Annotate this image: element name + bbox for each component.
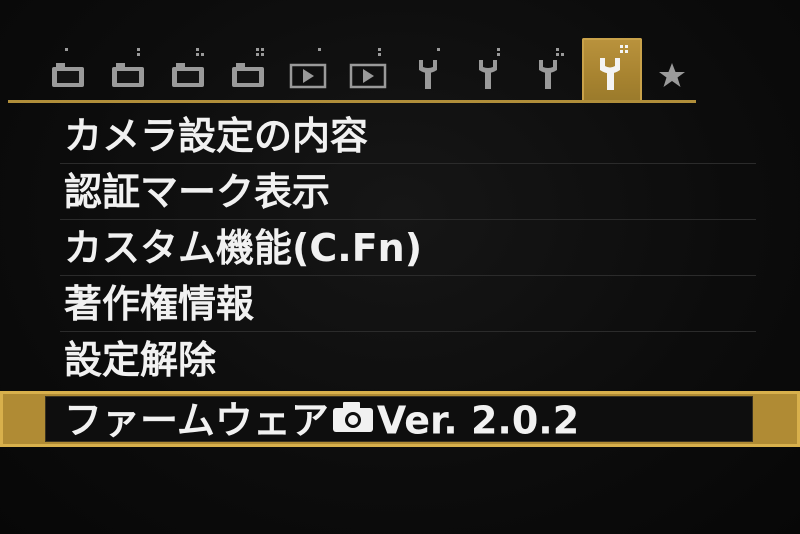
selected-item-panel: ファームウェア Ver. 2.0.2 (45, 396, 753, 443)
tab-playback-2[interactable] (340, 40, 396, 102)
tab-underline (8, 100, 696, 103)
tab-setup-2[interactable] (460, 40, 516, 102)
camera-menu-screen: カメラ設定の内容 認証マーク表示 カスタム機能(C.Fn) 著作権情報 設定解除… (0, 0, 800, 534)
shooting-camera-icon (112, 48, 144, 87)
shooting-camera-icon (232, 48, 264, 87)
playback-icon (289, 48, 327, 89)
setup-wrench-icon (539, 48, 564, 89)
setup-menu-list: カメラ設定の内容 認証マーク表示 カスタム機能(C.Fn) 著作権情報 設定解除… (0, 108, 800, 447)
shooting-camera-icon (172, 48, 204, 87)
playback-icon (349, 48, 387, 89)
setup-wrench-icon (419, 48, 440, 89)
menu-item-label: 認証マーク表示 (64, 170, 331, 214)
firmware-label: ファームウェア (64, 398, 329, 443)
my-menu-star-icon (659, 63, 685, 87)
menu-item-label: カスタム機能(C.Fn) (64, 226, 423, 270)
tab-playback-1[interactable] (280, 40, 336, 102)
tab-shooting-3[interactable] (160, 40, 216, 102)
tab-shooting-2[interactable] (100, 40, 156, 102)
menu-item-camera-settings[interactable]: カメラ設定の内容 (0, 108, 800, 164)
menu-item-copyright-info[interactable]: 著作権情報 (0, 276, 800, 332)
tab-shooting-1[interactable] (40, 40, 96, 102)
tab-setup-4-active[interactable] (582, 38, 642, 102)
setup-wrench-icon (479, 48, 500, 89)
firmware-version: Ver. 2.0.2 (376, 398, 580, 443)
menu-item-custom-functions[interactable]: カスタム機能(C.Fn) (0, 220, 800, 276)
menu-item-certification-logo[interactable]: 認証マーク表示 (0, 164, 800, 220)
tab-setup-1[interactable] (400, 40, 456, 102)
menu-item-clear-settings[interactable]: 設定解除 (0, 332, 800, 388)
tab-my-menu[interactable] (644, 40, 700, 102)
menu-item-firmware-selected[interactable]: ファームウェア Ver. 2.0.2 (0, 391, 800, 447)
camera-body-icon (331, 397, 375, 443)
menu-item-label: カメラ設定の内容 (64, 114, 369, 158)
tab-setup-3[interactable] (520, 40, 576, 102)
tab-shooting-4[interactable] (220, 40, 276, 102)
menu-tab-bar (0, 0, 800, 104)
shooting-camera-icon (52, 48, 84, 87)
menu-item-label: 設定解除 (64, 338, 217, 382)
menu-item-label: 著作権情報 (64, 282, 255, 326)
setup-wrench-icon (600, 45, 628, 90)
